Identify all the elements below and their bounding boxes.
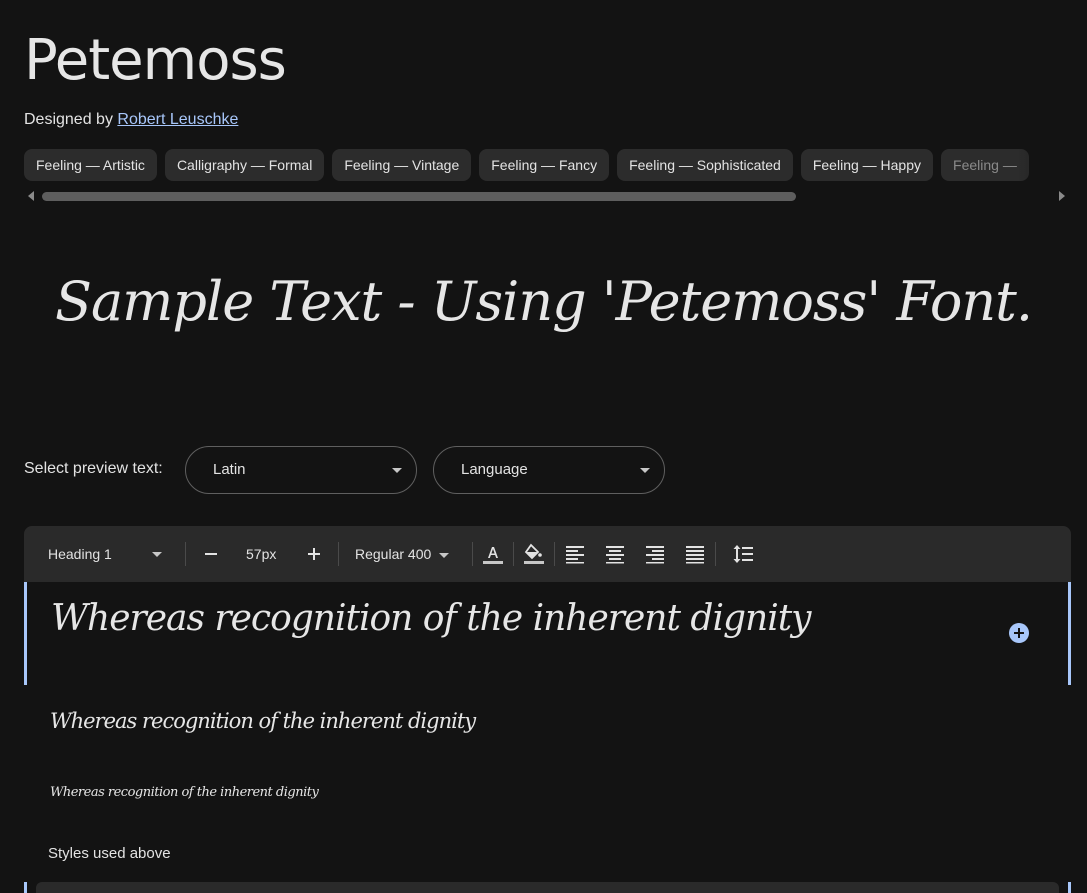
editor-toolbar: Heading 1 57px Regular 400 xyxy=(24,526,1071,582)
toolbar-divider xyxy=(472,542,473,566)
toolbar-divider xyxy=(338,542,339,566)
designed-by-label: Designed by xyxy=(24,111,113,128)
tag-chip[interactable]: Feeling — Sophisticated xyxy=(617,149,793,181)
tag-chip[interactable]: Feeling — Happy xyxy=(800,149,934,181)
script-select-value: Latin xyxy=(213,461,246,478)
tag-chip[interactable]: Feeling — xyxy=(941,149,1029,181)
toolbar-divider xyxy=(554,542,555,566)
panel-edge xyxy=(24,882,27,893)
align-center-icon[interactable] xyxy=(603,542,627,566)
font-size-value[interactable]: 57px xyxy=(246,526,276,582)
toolbar-divider xyxy=(513,542,514,566)
language-select-value: Language xyxy=(461,461,528,478)
line-height-icon[interactable] xyxy=(731,542,755,566)
preview-heading-2[interactable]: Whereas recognition of the inherent dign… xyxy=(50,709,476,733)
dropdown-arrow-icon xyxy=(439,552,450,558)
style-select[interactable]: Heading 1 xyxy=(48,526,174,582)
styles-used-heading: Styles used above xyxy=(48,845,171,862)
language-select[interactable]: Language xyxy=(433,446,665,494)
script-select[interactable]: Latin xyxy=(185,446,417,494)
add-style-icon[interactable] xyxy=(1009,623,1029,643)
highlight-color-icon[interactable] xyxy=(522,542,546,566)
tag-chip[interactable]: Calligraphy — Formal xyxy=(164,149,325,181)
horizontal-scrollbar-thumb[interactable] xyxy=(42,192,796,201)
dropdown-arrow-icon xyxy=(640,468,650,473)
preview-heading-1[interactable]: Whereas recognition of the inherent dign… xyxy=(51,598,812,639)
tag-chip[interactable]: Feeling — Artistic xyxy=(24,149,157,181)
align-justify-icon[interactable] xyxy=(683,542,707,566)
preview-body[interactable]: Whereas recognition of the inherent dign… xyxy=(50,785,319,800)
align-right-icon[interactable] xyxy=(643,542,667,566)
tag-chips: Feeling — Artistic Calligraphy — Formal Fe… xyxy=(24,149,1087,181)
scroll-right-arrow-icon[interactable] xyxy=(1059,191,1065,201)
designer-link[interactable]: Robert Leuschke xyxy=(117,111,238,128)
scroll-left-arrow-icon[interactable] xyxy=(28,191,34,201)
dropdown-arrow-icon xyxy=(152,552,162,557)
chips-fade xyxy=(1017,149,1087,181)
minus-icon[interactable] xyxy=(199,542,223,566)
align-left-icon[interactable] xyxy=(563,542,587,566)
weight-select-value: Regular 400 xyxy=(355,546,432,562)
style-select-value: Heading 1 xyxy=(48,546,112,562)
dropdown-arrow-icon xyxy=(392,468,402,473)
preview-row-active[interactable]: Whereas recognition of the inherent dign… xyxy=(24,582,1071,685)
designer-line: Designed by Robert Leuschke xyxy=(24,111,238,129)
text-color-icon[interactable] xyxy=(481,542,505,566)
tag-chip[interactable]: Feeling — Vintage xyxy=(332,149,472,181)
styles-panel xyxy=(36,882,1059,893)
tag-chip[interactable]: Feeling — Fancy xyxy=(479,149,610,181)
toolbar-divider xyxy=(185,542,186,566)
page-title: Petemoss xyxy=(24,28,287,93)
plus-icon[interactable] xyxy=(302,542,326,566)
toolbar-divider xyxy=(715,542,716,566)
font-page: Petemoss Designed by Robert Leuschke Fee… xyxy=(0,0,1087,893)
panel-edge xyxy=(1068,882,1071,893)
preview-text-label: Select preview text: xyxy=(24,460,163,477)
weight-select[interactable]: Regular 400 xyxy=(355,526,450,582)
sample-text: Sample Text - Using 'Petemoss' Font. xyxy=(54,270,1033,333)
